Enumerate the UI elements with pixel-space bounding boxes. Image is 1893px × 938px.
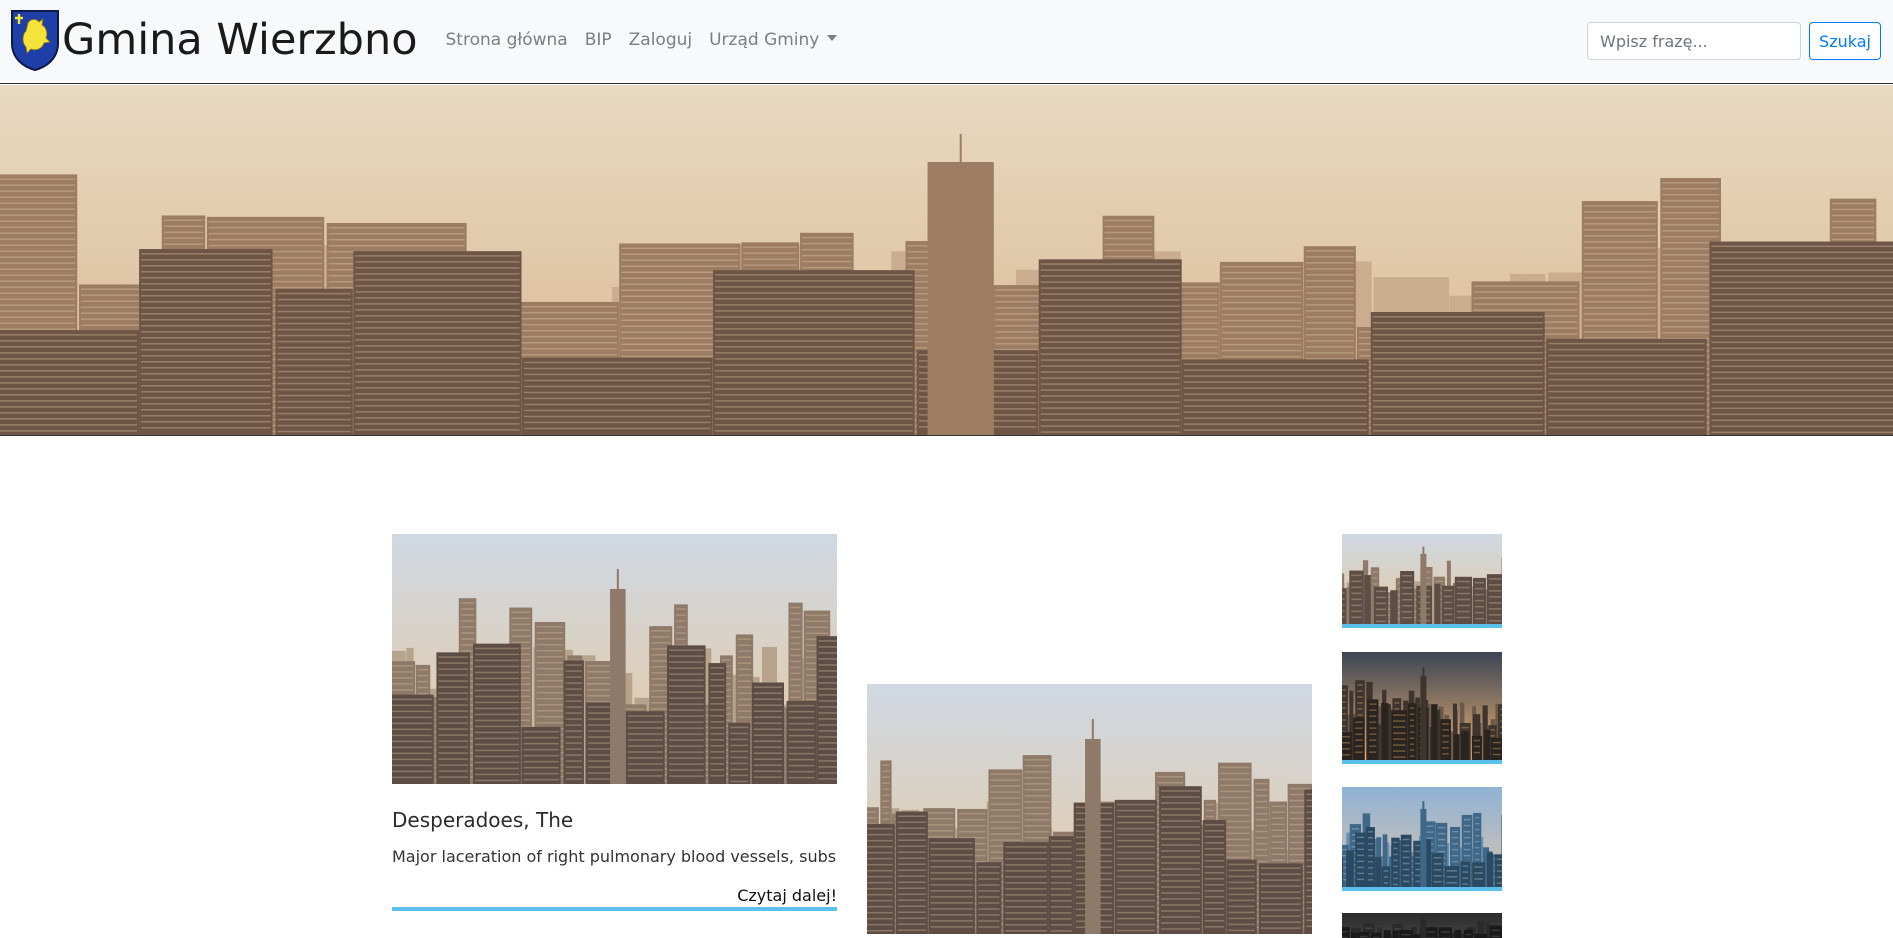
thumbnail-image-1[interactable] — [1342, 534, 1502, 624]
article-image[interactable] — [392, 534, 837, 784]
site-title: Gmina Wierzbno — [62, 15, 418, 65]
thumbnail-image-2[interactable] — [1342, 652, 1502, 760]
coat-of-arms-icon — [11, 10, 59, 71]
nav-login[interactable]: Zaloguj — [620, 30, 700, 50]
search-input[interactable] — [1587, 22, 1801, 60]
nav-bip[interactable]: BIP — [576, 30, 620, 50]
nav-dropdown-office[interactable]: Urząd Gminy — [701, 30, 846, 50]
main-nav: Strona główna BIP Zaloguj Urząd Gminy — [437, 30, 846, 50]
brand-link[interactable]: Gmina Wierzbno — [10, 8, 418, 72]
nav-home[interactable]: Strona główna — [437, 30, 576, 50]
thumbnail-bar-3 — [1342, 887, 1502, 891]
hero-banner-image — [0, 85, 1893, 436]
thumbnail-image-4[interactable] — [1342, 913, 1502, 938]
article-accent-bar — [392, 907, 837, 911]
search-button[interactable]: Szukaj — [1809, 22, 1881, 60]
article-excerpt: Major laceration of right pulmonary bloo… — [392, 847, 837, 866]
thumbnail-bar-2 — [1342, 760, 1502, 764]
article-image-secondary[interactable] — [867, 684, 1312, 934]
article-title[interactable]: Desperadoes, The — [392, 808, 573, 832]
thumbnail-bar-1 — [1342, 624, 1502, 628]
navbar: Gmina Wierzbno Strona główna BIP Zaloguj… — [0, 0, 1893, 84]
thumbnail-image-3[interactable] — [1342, 787, 1502, 887]
read-more-link[interactable]: Czytaj dalej! — [720, 886, 837, 905]
